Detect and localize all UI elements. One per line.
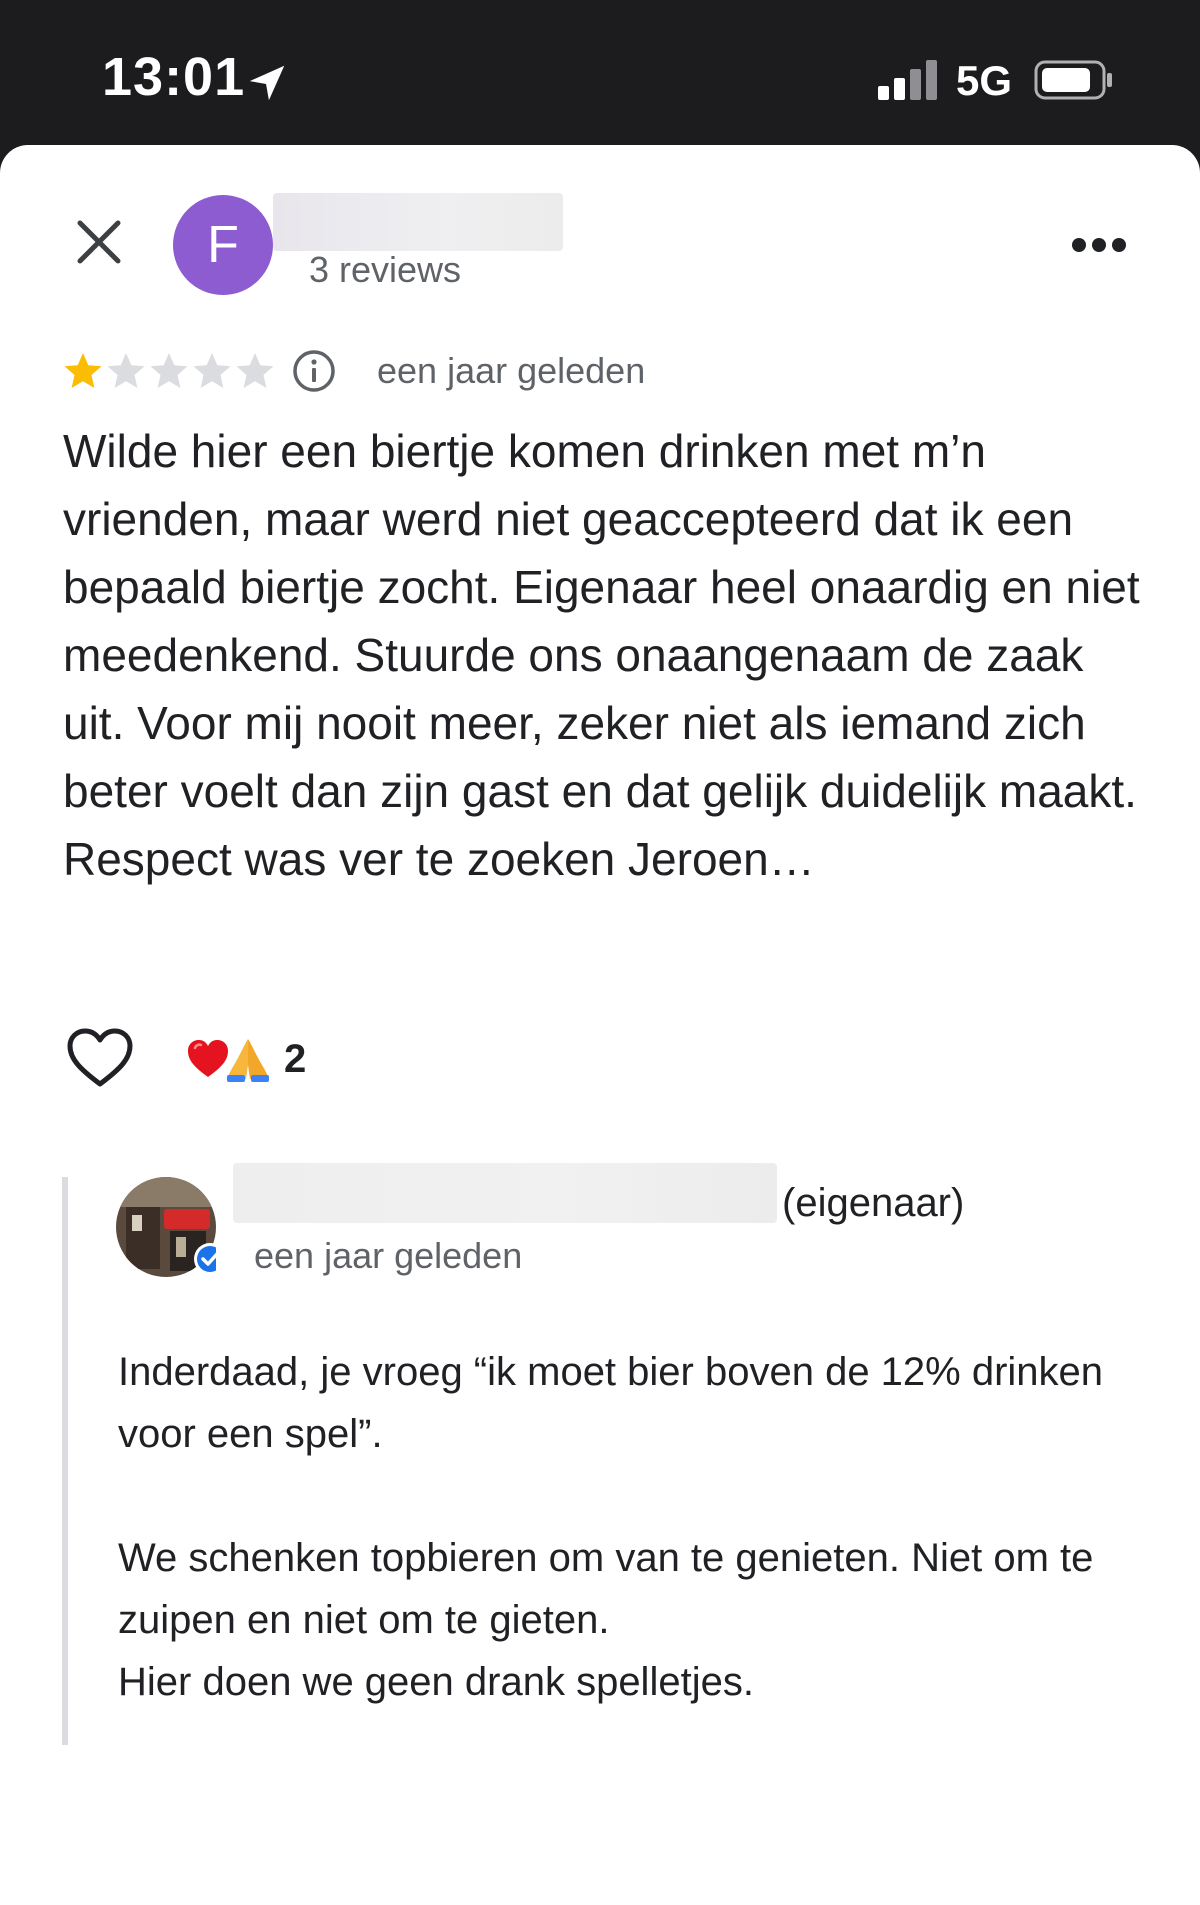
status-time: 13:01 <box>102 47 246 107</box>
review-date: een jaar geleden <box>377 350 646 391</box>
reaction-count: 2 <box>284 1036 307 1081</box>
owner-label: (eigenaar) <box>782 1181 965 1225</box>
reviewer-avatar[interactable]: F <box>173 195 273 295</box>
folded-hands-emoji-icon <box>227 1039 269 1082</box>
network-type: 5G <box>956 57 1013 104</box>
reply-paragraph: Inderdaad, je vroeg “ik moet bier boven … <box>118 1350 1104 1456</box>
star-empty-icon <box>150 353 188 388</box>
location-arrow-icon <box>249 65 285 101</box>
reactions[interactable]: 2 <box>186 1031 306 1087</box>
owner-reply-text: Inderdaad, je vroeg “ik moet bier boven … <box>118 1341 1118 1775</box>
avatar-letter: F <box>207 216 239 274</box>
heart-icon[interactable] <box>66 1027 134 1089</box>
status-bar: 13:01 5G <box>0 0 1200 150</box>
owner-reply-date: een jaar geleden <box>254 1235 523 1276</box>
star-rating <box>62 350 277 392</box>
rating-row: een jaar geleden <box>62 343 645 399</box>
info-icon[interactable] <box>291 348 337 394</box>
star-empty-icon <box>236 353 274 388</box>
reply-divider <box>62 1177 68 1745</box>
owner-avatar[interactable] <box>116 1177 216 1277</box>
star-filled-icon <box>64 353 102 388</box>
reply-paragraph: We schenken topbieren om van te genieten… <box>118 1536 1094 1704</box>
star-empty-icon <box>107 353 145 388</box>
battery-icon <box>1034 60 1112 100</box>
more-options-icon[interactable] <box>1070 235 1128 255</box>
star-empty-icon <box>193 353 231 388</box>
review-sheet: F 3 reviews een jaar geleden Wilde hier … <box>0 145 1200 1905</box>
reviewer-name-redacted[interactable] <box>273 193 563 251</box>
review-count[interactable]: 3 reviews <box>309 249 461 291</box>
review-text: Wilde hier een biertje komen drinken met… <box>63 425 1140 885</box>
close-icon[interactable] <box>74 217 124 267</box>
owner-name-redacted[interactable] <box>233 1163 777 1223</box>
signal-icon <box>878 60 937 100</box>
